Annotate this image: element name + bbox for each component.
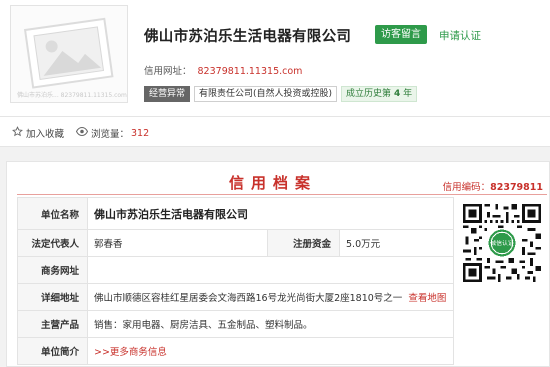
business-site-value [86,256,455,284]
intro-value: >>更多商务信息 [86,337,455,365]
table-row: 单位名称 佛山市苏泊乐生活电器有限公司 [17,197,455,230]
table-row: 详细地址 佛山市顺德区容桂红星居委会文海西路16号龙光尚街大厦2座1810号之一… [17,283,455,311]
products-value: 销售：家用电器、厨房洁具、五金制品、塑料制品。 [86,310,455,338]
credit-site-label: 信用网址： [144,66,192,77]
views-value: 312 [131,127,150,139]
company-type-badge: 有限责任公司(自然人投资或控股) [194,86,338,102]
more-business-info-link[interactable]: >>更多商务信息 [94,347,167,358]
credit-file-title: 信用档案 [229,174,318,192]
company-header-card: 佛山市苏泊乐... 82379811.11315.com 佛山市苏泊乐生活电器有… [0,0,550,117]
stat-bar: 加入收藏 浏览量： 312 [0,117,550,147]
company-name-title: 佛山市苏泊乐生活电器有限公司 [144,29,352,45]
add-favorite-button[interactable]: 加入收藏 [12,126,64,140]
abnormal-operation-badge[interactable]: 经营异常 [144,86,191,102]
history-years-number: 4 [393,89,401,99]
unit-name-value: 佛山市苏泊乐生活电器有限公司 [86,197,455,230]
views-count: 浏览量： 312 [75,126,150,140]
title-divider [17,194,547,195]
capital-value: 5.0万元 [338,229,455,257]
apply-certification-link[interactable]: 申请认证 [439,28,481,43]
credit-code-label: 信用编码： [442,182,491,193]
table-row: 单位简介 >>更多商务信息 [17,337,455,365]
table-row: 主营产品 销售：家用电器、厨房洁具、五金制品、塑料制品。 [17,310,455,338]
history-prefix: 成立历史第 [346,89,392,99]
qr-code-icon: 诚信认证 [463,204,541,282]
legal-rep-key: 法定代表人 [17,229,88,257]
products-key: 主营产品 [17,310,88,338]
unit-name-text: 佛山市苏泊乐生活电器有限公司 [94,207,248,221]
legal-rep-value: 郭春香 [87,229,268,257]
credit-code: 信用编码：82379811 [443,179,543,193]
credit-file-card: 信用档案 信用编码：82379811 单位名称 佛山市苏泊乐生活电器有限公司 法… [6,161,550,367]
qr-code: 诚信认证 [463,204,541,282]
star-icon [12,126,23,140]
unit-name-key: 单位名称 [17,197,88,230]
table-row: 法定代表人 郭春香 注册资金 5.0万元 [17,229,455,257]
table-row: 商务网址 [17,256,455,284]
capital-key: 注册资金 [267,229,340,257]
history-suffix: 年 [403,89,413,99]
company-logo-placeholder: 佛山市苏泊乐... 82379811.11315.com [10,5,128,103]
eye-icon [75,126,89,140]
view-map-link[interactable]: 查看地图 [408,293,446,304]
views-label: 浏览量： [91,129,130,140]
add-favorite-label: 加入收藏 [26,129,65,140]
history-years-badge: 成立历史第 4 年 [341,86,418,102]
intro-key: 单位简介 [17,337,88,365]
address-key: 详细地址 [17,283,88,311]
logo-watermark-text: 佛山市苏泊乐... 82379811.11315.com [17,92,127,99]
credit-code-value: 82379811 [490,182,543,193]
company-tags: 经营异常 有限责任公司(自然人投资或控股) 成立历史第 4 年 [144,86,418,102]
image-placeholder-icon [23,17,114,89]
credit-site-url[interactable]: 82379811.11315.com [198,66,303,77]
address-value: 佛山市顺德区容桂红星居委会文海西路16号龙光尚街大厦2座1810号之一 查看地图 [86,283,455,311]
business-site-key: 商务网址 [17,256,88,284]
qr-badge-text: 诚信认证 [490,239,514,247]
visitor-message-button[interactable]: 访客留言 [375,25,427,44]
credit-info-table: 单位名称 佛山市苏泊乐生活电器有限公司 法定代表人 郭春香 注册资金 5.0万元… [17,197,455,365]
address-text: 佛山市顺德区容桂红星居委会文海西路16号龙光尚街大厦2座1810号之一 [94,293,403,304]
credit-site-row: 信用网址： 82379811.11315.com [144,63,302,77]
